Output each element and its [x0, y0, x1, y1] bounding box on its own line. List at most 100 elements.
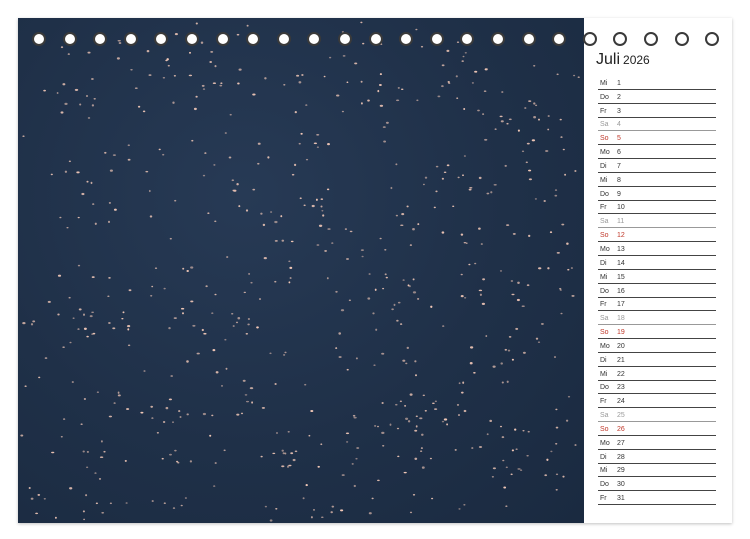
bird-dot	[417, 223, 420, 226]
day-row: Do 16	[598, 284, 716, 298]
bird-dot	[71, 381, 74, 383]
bird-dot	[505, 466, 508, 469]
bird-dot	[538, 267, 542, 270]
bird-dot	[54, 516, 57, 519]
day-row: Sa 18	[598, 311, 716, 326]
bird-dot	[372, 312, 375, 315]
bird-dot	[321, 210, 324, 212]
bird-dot	[323, 75, 326, 78]
bird-dot	[287, 431, 290, 433]
binding-ring-icon	[491, 32, 505, 46]
bird-dot	[310, 409, 314, 413]
binding-ring-icon	[552, 32, 567, 46]
binding-ring-icon	[123, 32, 138, 46]
bird-dot	[522, 430, 525, 432]
bird-dot	[567, 395, 571, 398]
bird-dot	[250, 281, 253, 284]
bird-dot	[91, 104, 95, 107]
bird-dot	[554, 194, 558, 197]
bird-dot	[316, 133, 320, 136]
bird-dot	[173, 75, 176, 77]
bird-dot	[64, 170, 68, 173]
bird-dot	[564, 173, 567, 176]
bird-dot	[441, 64, 445, 67]
bird-dot	[291, 173, 295, 176]
bird-dot	[559, 118, 562, 121]
binding-ring-icon	[93, 32, 108, 46]
bird-dot	[249, 387, 254, 390]
bird-dot	[91, 333, 94, 335]
bird-dot	[340, 509, 344, 512]
bird-dot	[368, 512, 372, 515]
bird-dot	[458, 508, 461, 510]
bird-dot	[443, 418, 448, 421]
bird-dot	[210, 51, 214, 53]
bird-dot	[47, 300, 51, 303]
bird-dot	[550, 450, 553, 453]
bird-dot	[221, 385, 223, 387]
bird-dot	[336, 94, 340, 97]
bird-dot	[537, 341, 541, 344]
bird-dot	[420, 450, 423, 453]
bird-dot	[202, 174, 206, 177]
binding-ring-icon	[246, 32, 261, 46]
bird-dot	[30, 323, 34, 326]
bird-dot	[345, 432, 350, 435]
bird-dot	[508, 118, 512, 121]
weekday-label: So	[600, 425, 609, 433]
bird-dot	[521, 150, 525, 153]
bird-dot	[91, 311, 95, 314]
bird-dot	[94, 472, 97, 474]
bird-dot	[419, 417, 423, 420]
bird-dot	[441, 85, 444, 88]
bird-dot	[504, 348, 508, 351]
bird-dot	[367, 99, 370, 102]
bird-dot	[260, 212, 263, 215]
bird-dot	[555, 443, 558, 445]
bird-dot	[190, 300, 194, 303]
bird-dot	[294, 110, 297, 114]
weekday-label: Mi	[600, 467, 608, 475]
bird-dot	[506, 122, 509, 125]
bird-dot	[526, 284, 530, 287]
bird-dot	[109, 169, 113, 172]
day-row: So 19	[598, 325, 716, 340]
binding-ring-icon	[460, 32, 475, 46]
bird-dot	[412, 494, 416, 496]
bird-dot	[236, 183, 239, 186]
bird-dot	[417, 298, 420, 300]
bird-dot	[415, 425, 418, 428]
bird-dot	[174, 449, 177, 452]
bird-dot	[533, 116, 537, 119]
bird-dot	[134, 87, 138, 89]
bird-dot	[127, 344, 131, 347]
bird-dot	[456, 404, 460, 406]
bird-dot	[283, 84, 286, 86]
bird-dot	[74, 88, 79, 91]
bird-dot	[461, 60, 464, 63]
bird-dot	[280, 215, 283, 218]
bird-dot	[308, 434, 311, 437]
bird-dot	[63, 418, 66, 420]
bird-dot	[22, 321, 26, 325]
bird-dot	[571, 294, 575, 297]
bird-dot	[434, 400, 437, 403]
bird-dot	[526, 142, 530, 145]
bird-dot	[317, 465, 320, 468]
bird-dot	[215, 371, 219, 374]
bird-dot	[547, 267, 550, 270]
bird-dot	[463, 409, 467, 413]
bird-dot	[349, 230, 353, 233]
bird-dot	[335, 347, 338, 349]
bird-dot	[474, 262, 477, 265]
bird-dot	[188, 74, 193, 77]
bird-dot	[64, 102, 68, 106]
bird-dot	[62, 83, 66, 86]
bird-dot	[212, 349, 216, 352]
bird-dot	[103, 450, 106, 453]
bird-dot	[504, 164, 507, 167]
bird-dot	[184, 497, 187, 499]
bird-dot	[506, 224, 510, 226]
bird-dot	[98, 478, 102, 480]
bird-dot	[499, 425, 503, 428]
